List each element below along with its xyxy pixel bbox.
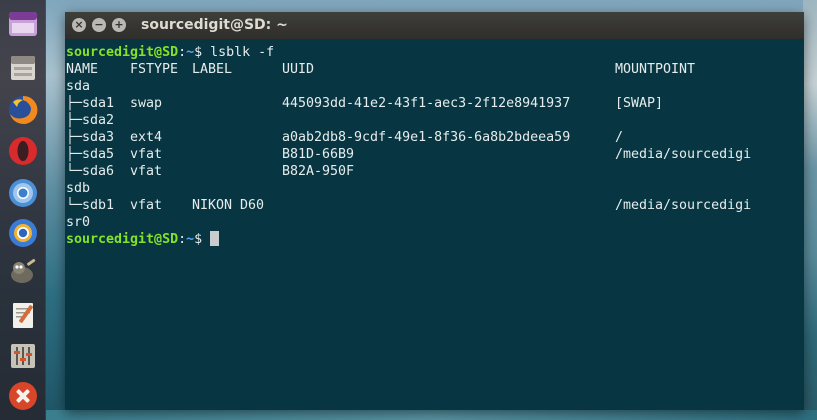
dash-home-icon (9, 12, 37, 36)
prompt-user-host: sourcedigit@SD (66, 232, 179, 247)
launcher-item-system-tools[interactable] (5, 378, 41, 414)
cell-name: sr0 (66, 215, 91, 230)
launcher-item-firefox[interactable] (5, 92, 41, 128)
files-icon (11, 56, 35, 80)
cell-name: sdb (66, 181, 91, 196)
launcher-item-text-editor[interactable] (5, 297, 41, 333)
cell-name: └─sdb1 (66, 198, 115, 213)
table-row: sr0 (66, 214, 803, 231)
mixer-icon (11, 344, 35, 368)
header-label: LABEL (192, 62, 233, 77)
cell-uuid: B81D-66B9 (282, 147, 355, 162)
table-row: ├─sda1 swap 445093dd-41e2-43f1-aec3-2f12e8… (66, 95, 803, 112)
cell-uuid: 445093dd-41e2-43f1-aec3-2f12e8941937 (282, 96, 571, 111)
opera-icon (9, 137, 37, 165)
desktop-wallpaper-bottom (46, 410, 817, 420)
prompt-separator: : (178, 232, 187, 247)
cell-fstype: swap (130, 96, 163, 111)
header-mountpoint: MOUNTPOINT (615, 62, 696, 77)
text-editor-icon (13, 303, 33, 328)
cell-uuid: a0ab2db8-9cdf-49e1-8f36-6a8b2bdeea59 (282, 130, 571, 145)
launcher-item-files[interactable] (5, 50, 41, 86)
gimp-icon (11, 258, 36, 283)
table-row: └─sdb1 vfat NIKON D60/media/sourcedigi (66, 197, 803, 214)
cell-name: ├─sda2 (66, 113, 115, 128)
cell-name: sda (66, 79, 91, 94)
cell-fstype: vfat (130, 147, 163, 162)
cell-mountpoint: / (615, 130, 624, 145)
prompt-line[interactable]: sourcedigit@SD:~$ (66, 231, 803, 248)
system-tools-icon (9, 382, 37, 410)
command-line: sourcedigit@SD:~$ lsblk -f (66, 44, 803, 61)
launcher-item-opera[interactable] (5, 133, 41, 169)
firefox-icon (9, 95, 38, 124)
launcher-item-chromium[interactable] (5, 215, 41, 251)
launcher-item-mixer[interactable] (5, 338, 41, 374)
prompt-path: ~ (186, 232, 195, 247)
cell-mountpoint: /media/sourcedigi (615, 147, 752, 162)
window-titlebar[interactable]: × − + sourcedigit@SD: ~ (65, 12, 804, 39)
window-title: sourcedigit@SD: ~ (141, 17, 288, 33)
cell-fstype: ext4 (130, 130, 163, 145)
chrome-icon (9, 179, 37, 207)
prompt-symbol: $ (194, 45, 203, 60)
table-header: NAME FSTYPE LABEL UUID MOUNTPOINT (66, 61, 803, 78)
prompt-separator: : (178, 45, 187, 60)
cell-name: ├─sda1 (66, 96, 115, 111)
prompt-path: ~ (186, 45, 195, 60)
table-row: ├─sda5 vfat B81D-66B9/media/sourcedigi (66, 146, 803, 163)
chromium-icon (9, 219, 37, 247)
table-row: sda (66, 78, 803, 95)
text-cursor (210, 231, 220, 246)
header-name: NAME (66, 62, 99, 77)
header-fstype: FSTYPE (130, 62, 179, 77)
close-button[interactable]: × (72, 18, 86, 32)
command-text: lsblk -f (210, 45, 275, 60)
cell-name: └─sda6 (66, 164, 115, 179)
terminal-output[interactable]: sourcedigit@SD:~$ lsblk -f NAME FSTYPE LAB… (66, 44, 803, 410)
cell-mountpoint: /media/sourcedigi (615, 198, 752, 213)
prompt-symbol: $ (194, 232, 203, 247)
cell-name: ├─sda3 (66, 130, 115, 145)
prompt-user-host: sourcedigit@SD (66, 45, 179, 60)
launcher-item-dash[interactable] (5, 6, 41, 42)
cell-label: NIKON D60 (192, 198, 265, 213)
cell-fstype: vfat (130, 198, 163, 213)
cell-uuid: B82A-950F (282, 164, 355, 179)
minimize-button[interactable]: − (92, 18, 106, 32)
unity-launcher (0, 0, 46, 420)
terminal-window[interactable]: × − + sourcedigit@SD: ~ sourcedigit@SD:~… (65, 12, 804, 410)
maximize-button[interactable]: + (112, 18, 126, 32)
launcher-item-gimp[interactable] (5, 253, 41, 289)
table-row: ├─sda2 (66, 112, 803, 129)
table-row: sdb (66, 180, 803, 197)
cell-fstype: vfat (130, 164, 163, 179)
header-uuid: UUID (282, 62, 315, 77)
desktop-wallpaper-edge (803, 0, 817, 420)
cell-mountpoint: [SWAP] (615, 96, 664, 111)
table-row: ├─sda3 ext4 a0ab2db8-9cdf-49e1-8f36-6a8b2b… (66, 129, 803, 146)
launcher-item-chrome[interactable] (5, 175, 41, 211)
table-row: └─sda6 vfat B82A-950F (66, 163, 803, 180)
cell-name: ├─sda5 (66, 147, 115, 162)
device-list: sda ├─sda1 swap 445093dd-41e2-43f1-aec3-2f1… (66, 78, 803, 231)
